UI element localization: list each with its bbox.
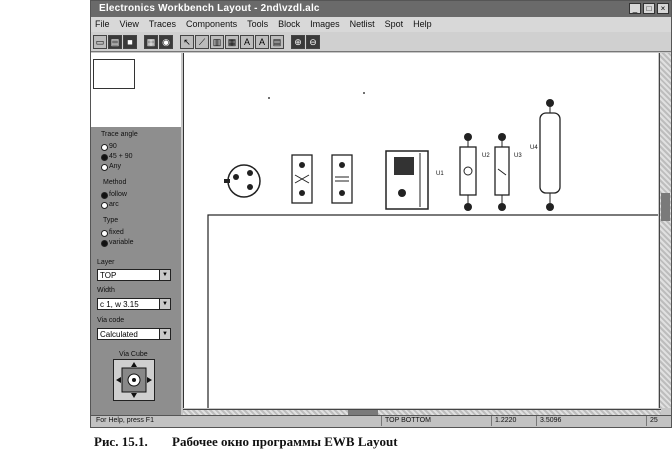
menu-view[interactable]: View [120, 17, 139, 32]
minimize-button[interactable]: _ [629, 3, 641, 14]
component-label-u4: U4 [530, 145, 538, 151]
zoom-in-icon[interactable]: ⊕ [291, 34, 305, 49]
layer-select[interactable]: TOP ▼ [97, 269, 171, 281]
trace-icon[interactable]: ⟋ [195, 34, 209, 49]
chevron-down-icon[interactable]: ▼ [159, 299, 170, 309]
trace-angle-label: Trace angle [101, 131, 138, 138]
via-cube-label: Via Cube [119, 351, 148, 358]
status-layer: TOP BOTTOM [381, 416, 431, 426]
new-icon[interactable]: ▭ [93, 34, 107, 49]
relay-footprint [385, 150, 429, 210]
type-variable-radio[interactable]: variable [101, 239, 134, 247]
board-drawing [207, 92, 669, 416]
save-icon[interactable]: ■ [123, 34, 137, 49]
settings-icon[interactable]: ◉ [159, 34, 173, 49]
width-label: Width [97, 287, 115, 294]
status-bar: For Help, press F1 TOP BOTTOM 1.2220 3.5… [91, 415, 671, 427]
angle-45-90-radio[interactable]: 45 + 90 [101, 153, 133, 161]
transistor-footprint [224, 164, 261, 198]
menu-tools[interactable]: Tools [247, 17, 268, 32]
app-window: Electronics Workbench Layout - 2nd\vzdl.… [90, 0, 672, 428]
angle-90-radio[interactable]: 90 [101, 143, 117, 151]
menu-traces[interactable]: Traces [149, 17, 176, 32]
title-bar: Electronics Workbench Layout - 2nd\vzdl.… [91, 1, 671, 17]
menu-bar: File View Traces Components Tools Block … [91, 17, 671, 32]
text-box-icon[interactable]: A [255, 34, 269, 49]
toolbar: ▭ ▤ ■ ▦ ◉ ↖ ⟋ ▥ ▦ A A ▤ ⊕ ⊖ [91, 32, 671, 52]
status-zoom: 25 [646, 416, 658, 426]
preview-area [91, 53, 181, 127]
component-label-u1: U1 [436, 171, 444, 177]
board-preview[interactable] [93, 59, 135, 89]
component-label-u3: U3 [514, 153, 522, 159]
maximize-button[interactable]: □ [643, 3, 655, 14]
window-title: Electronics Workbench Layout - 2nd\vzdl.… [99, 3, 320, 14]
open-icon[interactable]: ▤ [108, 34, 122, 49]
via-icon[interactable]: ▦ [225, 34, 239, 49]
vertical-scroll-thumb[interactable] [661, 193, 670, 221]
status-coord-y: 3.5096 [536, 416, 561, 426]
resistor-footprint-1 [459, 133, 477, 211]
type-fixed-radio[interactable]: fixed [101, 229, 124, 237]
chevron-down-icon[interactable]: ▼ [159, 329, 170, 339]
layer-label: Layer [97, 259, 115, 266]
method-label: Method [103, 179, 127, 186]
electrolytic-footprint [539, 99, 561, 211]
via-code-label: Via code [97, 317, 125, 324]
properties-panel: Trace angle 90 45 + 90 Any Method follow… [91, 53, 181, 417]
menu-block[interactable]: Block [278, 17, 300, 32]
figure-number: Рис. 15.1. [94, 434, 148, 449]
layer-value: TOP [100, 271, 117, 280]
status-help: For Help, press F1 [96, 417, 154, 424]
close-button[interactable]: × [657, 3, 669, 14]
vertical-scrollbar[interactable] [659, 53, 671, 408]
via-code-value: Calculated [100, 330, 138, 339]
chevron-down-icon[interactable]: ▼ [159, 270, 170, 280]
menu-help[interactable]: Help [413, 17, 432, 32]
via-cube-control[interactable] [113, 359, 155, 401]
figure-title: Рабочее окно программы EWB Layout [172, 434, 398, 449]
width-value: c 1, w 3.15 [100, 300, 139, 309]
grid-icon[interactable]: ▤ [270, 34, 284, 49]
width-select[interactable]: c 1, w 3.15 ▼ [97, 298, 171, 310]
via-cube-icon [116, 362, 152, 398]
zoom-out-icon[interactable]: ⊖ [306, 34, 320, 49]
angle-any-radio[interactable]: Any [101, 163, 121, 171]
menu-file[interactable]: File [95, 17, 110, 32]
pad-icon[interactable]: ▥ [210, 34, 224, 49]
status-coord-x: 1.2220 [491, 416, 516, 426]
type-label: Type [103, 217, 119, 224]
capacitor-footprint-2 [331, 154, 353, 204]
component-label-u2: U2 [482, 153, 490, 159]
via-code-select[interactable]: Calculated ▼ [97, 328, 171, 340]
capacitor-footprint-1 [291, 154, 313, 204]
menu-components[interactable]: Components [186, 17, 237, 32]
print-icon[interactable]: ▦ [144, 34, 158, 49]
text-icon[interactable]: A [240, 34, 254, 49]
menu-images[interactable]: Images [310, 17, 340, 32]
select-icon[interactable]: ↖ [180, 34, 194, 49]
layout-canvas[interactable]: U1 U2 U3 U4 [183, 53, 669, 416]
window-controls: _ □ × [629, 3, 669, 14]
method-arc-radio[interactable]: arc [101, 201, 119, 209]
method-follow-radio[interactable]: follow [101, 191, 127, 199]
resistor-footprint-2 [494, 133, 510, 211]
menu-netlist[interactable]: Netlist [350, 17, 375, 32]
menu-spot[interactable]: Spot [385, 17, 404, 32]
